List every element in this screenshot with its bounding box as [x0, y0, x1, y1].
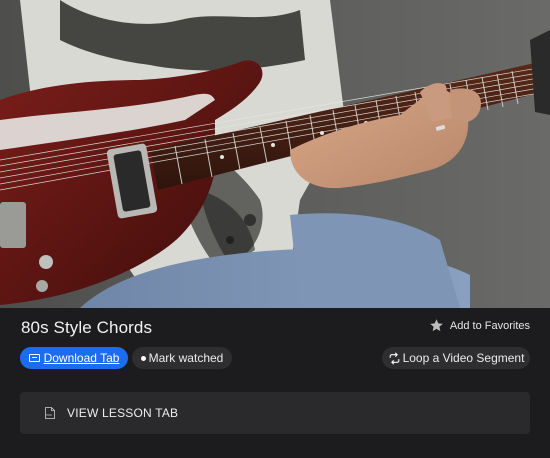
- mark-watched-button[interactable]: Mark watched: [132, 347, 232, 369]
- download-tab-label: Download Tab: [43, 351, 120, 365]
- add-to-favorites-button[interactable]: Add to Favorites: [429, 318, 530, 333]
- star-icon: [430, 319, 443, 332]
- watched-dot-icon: [140, 355, 146, 361]
- view-lesson-tab-label: VIEW LESSON TAB: [67, 406, 179, 420]
- lesson-actions: Download Tab Mark watched Loop a Video S…: [20, 347, 530, 369]
- loop-icon: [389, 352, 399, 364]
- view-lesson-tab-button[interactable]: PDF VIEW LESSON TAB: [20, 392, 530, 434]
- mark-watched-label: Mark watched: [148, 351, 224, 365]
- tab-file-icon: [28, 354, 40, 362]
- pdf-icon: PDF: [45, 407, 55, 419]
- pdf-icon-text: PDF: [46, 413, 52, 417]
- download-tab-button[interactable]: Download Tab: [20, 347, 128, 369]
- loop-segment-button[interactable]: Loop a Video Segment: [382, 347, 530, 369]
- add-to-favorites-label: Add to Favorites: [449, 319, 530, 332]
- video-player[interactable]: [0, 0, 550, 308]
- lesson-page: 80s Style Chords Add to Favorites Downlo…: [0, 0, 550, 458]
- lesson-title: 80s Style Chords: [21, 318, 153, 337]
- loop-segment-label: Loop a Video Segment: [402, 351, 525, 365]
- video-frame-image: [0, 0, 550, 308]
